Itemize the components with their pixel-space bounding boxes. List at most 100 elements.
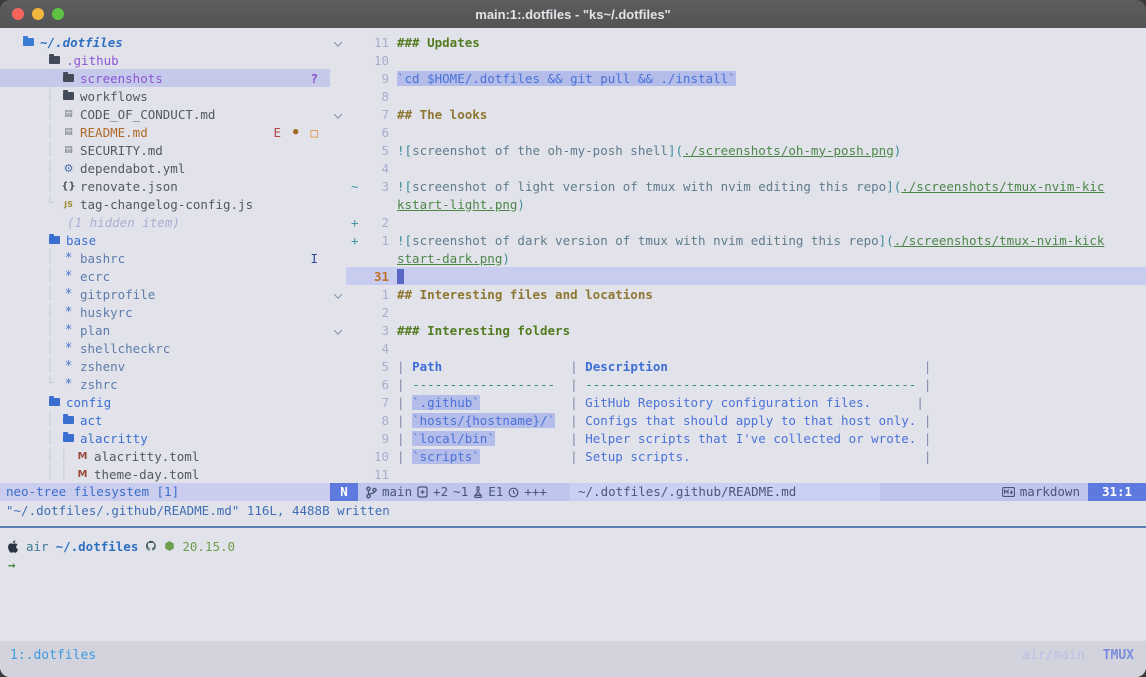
- line-text: kstart-light.png): [397, 197, 525, 212]
- editor-buffer[interactable]: 11### Updates109`cd $HOME/.dotfiles && g…: [330, 33, 1146, 483]
- line-text: ### Interesting folders: [397, 323, 570, 338]
- tree-item-label: bashrc: [80, 251, 125, 266]
- statusline-extra: +++: [524, 483, 547, 501]
- editor-line[interactable]: 31: [330, 267, 1146, 285]
- editor-line[interactable]: 7## The looks: [330, 105, 1146, 123]
- tmux-pane-border[interactable]: [0, 526, 1146, 528]
- line-number: 11: [363, 35, 389, 50]
- tree-item-shellcheckrc[interactable]: │*shellcheckrc: [0, 339, 330, 357]
- editor-line[interactable]: 1## Interesting files and locations: [330, 285, 1146, 303]
- fold-chevron-icon[interactable]: [334, 326, 342, 334]
- tree-item-ecrc[interactable]: │*ecrc: [0, 267, 330, 285]
- git-status-dot-badge: ●: [293, 127, 298, 137]
- shell-input-line[interactable]: →: [0, 555, 1146, 573]
- line-text: [397, 269, 404, 284]
- tree-item-.github[interactable]: .github: [0, 51, 330, 69]
- star-file-icon: *: [62, 287, 75, 302]
- tree-item-gitprofile[interactable]: │*gitprofile: [0, 285, 330, 303]
- tree-item-label: alacritty.toml: [94, 449, 199, 464]
- tree-item-plan[interactable]: │*plan: [0, 321, 330, 339]
- editor-line[interactable]: 10: [330, 51, 1146, 69]
- window-title: main:1:.dotfiles - "ks~/.dotfiles": [475, 7, 670, 22]
- tree-item-zshenv[interactable]: │*zshenv: [0, 357, 330, 375]
- shell-pane[interactable]: air ~/.dotfiles 20.15.0 →: [0, 537, 1146, 573]
- editor-line[interactable]: +2: [330, 213, 1146, 231]
- editor-line[interactable]: ~3![screenshot of light version of tmux …: [330, 177, 1146, 195]
- file-diff-icon: [417, 486, 428, 498]
- editor-line[interactable]: start-dark.png): [330, 249, 1146, 267]
- line-text: ![screenshot of dark version of tmux wit…: [397, 233, 1104, 248]
- tree-item-alacritty[interactable]: │alacritty: [0, 429, 330, 447]
- tree-item--.dotfiles[interactable]: ~/.dotfiles: [0, 33, 330, 51]
- tree-indent-guide: │: [46, 105, 54, 120]
- editor-line[interactable]: 8| `hosts/{hostname}/` | Configs that sh…: [330, 411, 1146, 429]
- editor-line[interactable]: +1![screenshot of dark version of tmux w…: [330, 231, 1146, 249]
- line-number: 2: [363, 305, 389, 320]
- statusline: neo-tree filesystem [1] N main +2 ~1 E1: [0, 483, 1146, 501]
- folder-icon: [63, 92, 74, 100]
- editor-line[interactable]: 3### Interesting folders: [330, 321, 1146, 339]
- statusline-filetype-segment: markdown: [880, 483, 1088, 501]
- tree-item-theme-day.toml[interactable]: ││Mtheme-day.toml: [0, 465, 330, 483]
- fold-chevron-icon[interactable]: [334, 290, 342, 298]
- editor-line[interactable]: 6| ------------------- | ---------------…: [330, 375, 1146, 393]
- line-number: 4: [363, 341, 389, 356]
- tree-item-act[interactable]: │act: [0, 411, 330, 429]
- tree-item-bashrc[interactable]: │*bashrcI: [0, 249, 330, 267]
- editor-line[interactable]: 4: [330, 339, 1146, 357]
- zoom-button[interactable]: [52, 8, 64, 20]
- tree-indent-guide: │: [46, 249, 54, 264]
- tree-item-code-of-conduct.md[interactable]: │▤CODE_OF_CONDUCT.md: [0, 105, 330, 123]
- tree-item-screenshots[interactable]: │screenshots?: [0, 69, 330, 87]
- tree-item-tag-changelog-config.js[interactable]: └JStag-changelog-config.js: [0, 195, 330, 213]
- diff-modified-count: ~1: [453, 483, 468, 501]
- star-file-icon: *: [62, 323, 75, 338]
- tree-item-label: workflows: [80, 89, 148, 104]
- minimize-button[interactable]: [32, 8, 44, 20]
- tmux-window-tab[interactable]: 1:.dotfiles: [10, 648, 96, 663]
- clock-icon: [508, 487, 519, 498]
- tree-item-base[interactable]: base: [0, 231, 330, 249]
- editor-line[interactable]: 8: [330, 87, 1146, 105]
- editor-line[interactable]: 11: [330, 465, 1146, 483]
- editor-line[interactable]: 11### Updates: [330, 33, 1146, 51]
- tree-indent-guide: └: [46, 375, 54, 390]
- tree-indent-guide: │: [46, 303, 54, 318]
- tree-item-readme.md[interactable]: │▤README.mdE●□: [0, 123, 330, 141]
- folder-icon: [23, 38, 34, 46]
- tree-item-huskyrc[interactable]: │*huskyrc: [0, 303, 330, 321]
- tree-item-alacritty.toml[interactable]: ││Malacritty.toml: [0, 447, 330, 465]
- line-number: 10: [363, 449, 389, 464]
- close-button[interactable]: [12, 8, 24, 20]
- fold-chevron-icon[interactable]: [334, 110, 342, 118]
- tree-item-config[interactable]: config: [0, 393, 330, 411]
- md-file-icon: ▤: [62, 109, 75, 119]
- tree-item-label: (1 hidden item): [67, 215, 180, 230]
- tree-item-(1-hidden-item)[interactable]: (1 hidden item): [0, 213, 330, 231]
- tree-indent-guide: │: [46, 339, 54, 354]
- tree-item-zshrc[interactable]: └*zshrc: [0, 375, 330, 393]
- editor-line[interactable]: 9| `local/bin` | Helper scripts that I'v…: [330, 429, 1146, 447]
- mouse-ibeam-cursor: I: [310, 251, 318, 266]
- fold-column: [330, 107, 351, 122]
- prompt-cwd: ~/.dotfiles: [56, 539, 139, 554]
- editor-line[interactable]: 7| `.github` | GitHub Repository configu…: [330, 393, 1146, 411]
- git-status-unstaged-badge: □: [310, 125, 318, 140]
- editor-line[interactable]: 5| Path | Description |: [330, 357, 1146, 375]
- fold-chevron-icon[interactable]: [334, 38, 342, 46]
- tree-item-security.md[interactable]: │▤SECURITY.md: [0, 141, 330, 159]
- tree-item-workflows[interactable]: │workflows: [0, 87, 330, 105]
- editor-line[interactable]: 4: [330, 159, 1146, 177]
- tree-item-dependabot.yml[interactable]: │⚙dependabot.yml: [0, 159, 330, 177]
- editor-line[interactable]: 6: [330, 123, 1146, 141]
- editor-line[interactable]: 2: [330, 303, 1146, 321]
- line-text: ## The looks: [397, 107, 487, 122]
- tree-indent-guide: └: [46, 195, 54, 210]
- tree-item-label: zshenv: [80, 359, 125, 374]
- editor-line[interactable]: 9`cd $HOME/.dotfiles && git pull && ./in…: [330, 69, 1146, 87]
- editor-line[interactable]: kstart-light.png): [330, 195, 1146, 213]
- editor-line[interactable]: 5![screenshot of the oh-my-posh shell](.…: [330, 141, 1146, 159]
- editor-line[interactable]: 10| `scripts` | Setup scripts. |: [330, 447, 1146, 465]
- tree-item-label: gitprofile: [80, 287, 155, 302]
- tree-item-renovate.json[interactable]: │{}renovate.json: [0, 177, 330, 195]
